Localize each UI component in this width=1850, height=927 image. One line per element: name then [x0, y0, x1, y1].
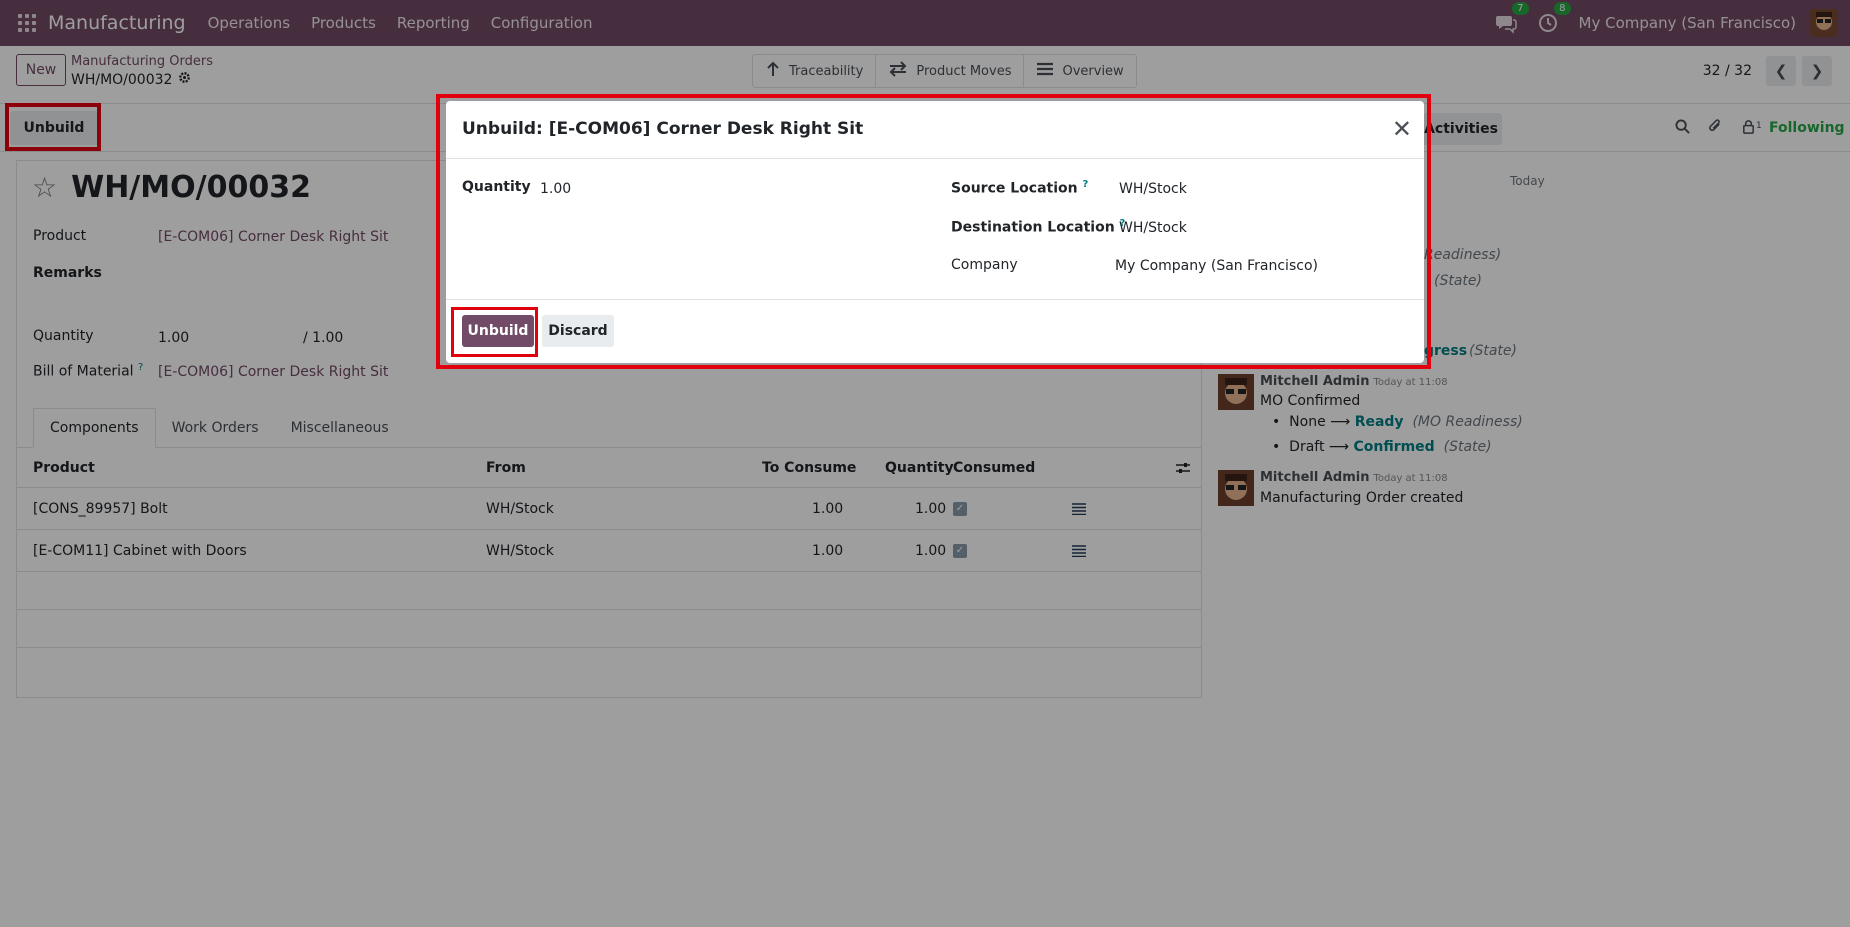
company-input[interactable]: My Company (San Francisco) — [1115, 258, 1318, 274]
source-location-label-text: Source Location — [951, 180, 1078, 197]
source-help-icon[interactable]: ? — [1082, 179, 1088, 190]
dialog-quantity-label: Quantity — [462, 179, 531, 195]
destination-location-label-text: Destination Location — [951, 219, 1115, 236]
dialog-header: Unbuild: [E-COM06] Corner Desk Right Sit… — [446, 101, 1424, 159]
discard-button[interactable]: Discard — [542, 315, 614, 347]
dialog-title: Unbuild: [E-COM06] Corner Desk Right Sit — [462, 119, 864, 139]
close-icon[interactable]: ✕ — [1392, 115, 1412, 143]
source-location-label: Source Location ? — [951, 179, 1088, 197]
source-location-input[interactable]: WH/Stock — [1119, 181, 1187, 197]
destination-location-input[interactable]: WH/Stock — [1119, 220, 1187, 236]
dialog-quantity-input[interactable]: 1.00 — [540, 181, 571, 197]
company-label: Company — [951, 257, 1018, 273]
destination-location-label: Destination Location ? — [951, 218, 1125, 236]
dialog-body: Quantity 1.00 Source Location ? WH/Stock… — [446, 159, 1424, 300]
highlight-box-unbuild-confirm — [451, 307, 538, 357]
unbuild-dialog: Unbuild: [E-COM06] Corner Desk Right Sit… — [446, 101, 1424, 363]
